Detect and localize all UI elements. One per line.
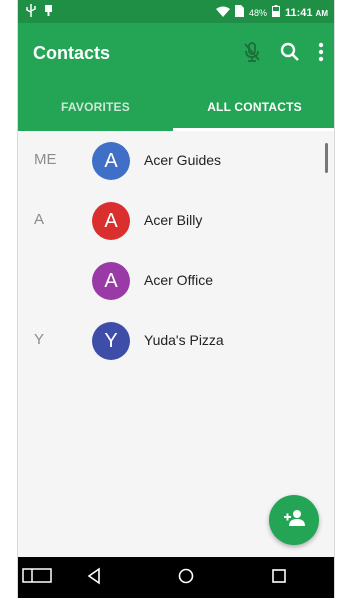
phone-screen: 48% 11:41 AM Contacts FAVORITES ALL CONT… <box>17 0 335 598</box>
battery-percent: 48% <box>248 7 267 18</box>
add-contact-button[interactable] <box>269 495 319 545</box>
section-header: Y <box>34 331 45 348</box>
tab-bar: FAVORITES ALL CONTACTS <box>18 83 334 131</box>
back-icon[interactable] <box>86 567 102 590</box>
list-item[interactable]: A Acer Office <box>18 251 334 311</box>
sim-icon <box>234 5 244 20</box>
contact-name: Acer Office <box>144 272 213 288</box>
usb-icon <box>26 4 36 20</box>
avatar: A <box>92 202 130 240</box>
mic-off-icon[interactable] <box>242 41 262 68</box>
section-header: A <box>34 211 45 228</box>
contact-name: Yuda's Pizza <box>144 332 224 348</box>
scrollbar[interactable] <box>325 143 328 173</box>
list-item[interactable]: Y Y Yuda's Pizza <box>18 311 334 371</box>
tab-all-contacts[interactable]: ALL CONTACTS <box>173 83 334 131</box>
home-icon[interactable] <box>177 567 195 590</box>
contact-list[interactable]: ME A Acer Guides A A Acer Billy A Acer O… <box>18 131 334 557</box>
avatar: Y <box>92 322 130 360</box>
page-title: Contacts <box>33 43 111 63</box>
split-screen-icon[interactable] <box>22 567 52 590</box>
tab-favorites[interactable]: FAVORITES <box>18 83 173 131</box>
wifi-icon <box>215 6 230 20</box>
recents-icon[interactable] <box>271 567 287 590</box>
list-item[interactable]: ME A Acer Guides <box>18 131 334 191</box>
add-contact-icon <box>282 509 306 532</box>
section-header: ME <box>34 151 57 168</box>
navigation-bar <box>18 557 334 598</box>
avatar: A <box>92 262 130 300</box>
app-bar: Contacts <box>18 23 334 83</box>
clock: 11:41 AM <box>284 6 328 19</box>
more-vert-icon[interactable] <box>318 42 324 67</box>
list-item[interactable]: A A Acer Billy <box>18 191 334 251</box>
status-bar: 48% 11:41 AM <box>18 0 334 23</box>
battery-icon <box>271 5 280 20</box>
avatar: A <box>92 142 130 180</box>
contact-name: Acer Guides <box>144 152 222 168</box>
notification-icon <box>44 4 53 20</box>
contact-name: Acer Billy <box>144 212 203 228</box>
search-icon[interactable] <box>280 42 300 67</box>
